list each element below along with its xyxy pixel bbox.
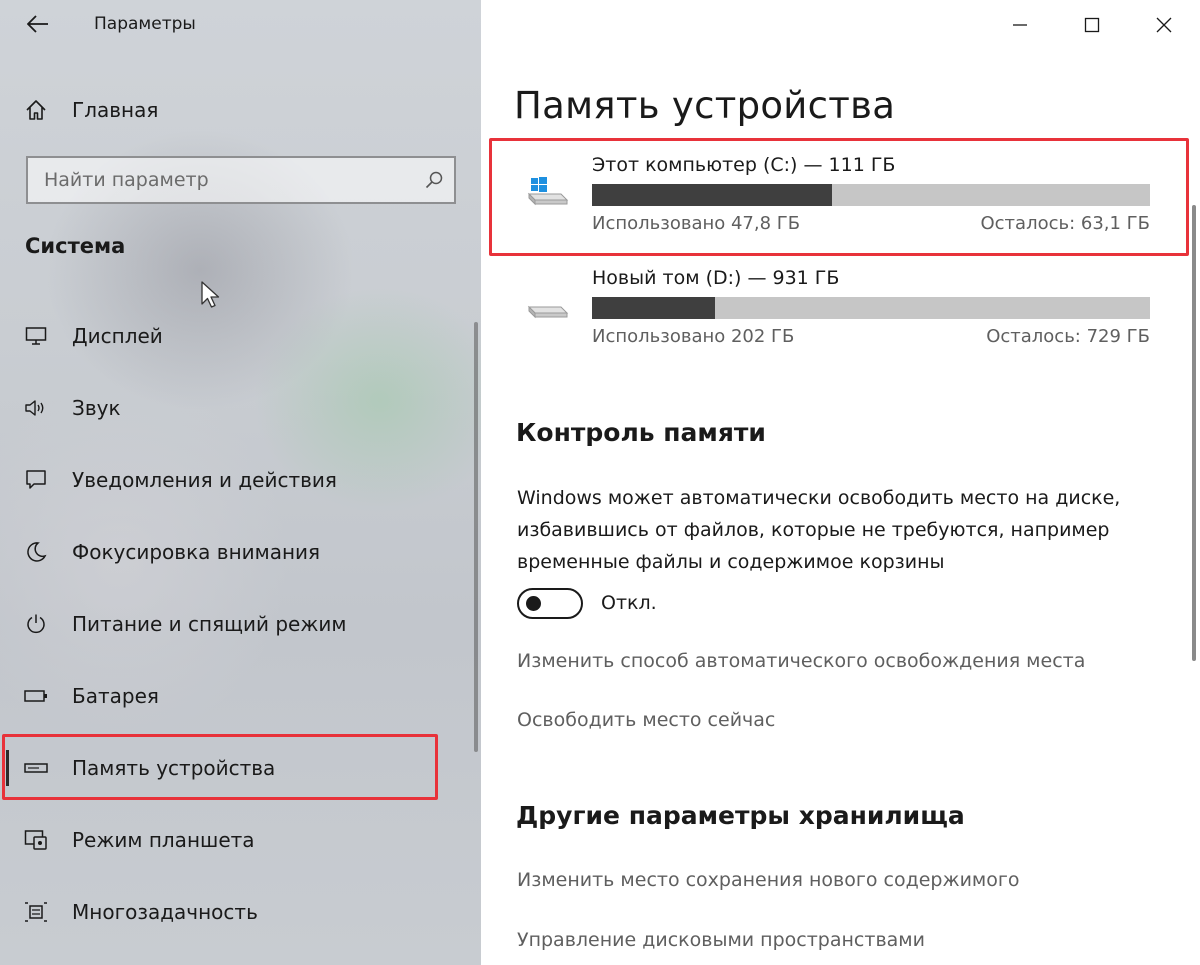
drive-used-text: Использовано 202 ГБ [592, 326, 795, 347]
storage-sense-toggle-row: Откл. [517, 586, 657, 620]
close-button[interactable] [1128, 0, 1200, 50]
section-title: Система [25, 234, 126, 258]
sidebar-item-tablet-mode[interactable]: Режим планшета [0, 810, 481, 870]
sidebar-item-power[interactable]: Питание и спящий режим [0, 594, 481, 654]
toggle-knob [526, 595, 541, 611]
drive-c[interactable]: Этот компьютер (C:) — 111 ГБ Использован… [511, 150, 1161, 250]
drive-name: Этот компьютер (C:) — 111 ГБ [592, 154, 896, 176]
battery-icon [24, 684, 48, 708]
back-arrow-icon [27, 15, 48, 33]
storage-icon [24, 756, 48, 780]
drive-icon [525, 285, 569, 325]
sidebar-item-sound[interactable]: Звук [0, 378, 481, 438]
minimize-button[interactable] [984, 0, 1056, 50]
sidebar-item-home[interactable]: Главная [0, 88, 481, 132]
title-bar: Параметры [0, 0, 481, 50]
notification-icon [24, 468, 48, 492]
search-box[interactable] [26, 156, 456, 204]
tablet-mode-icon [24, 828, 48, 852]
toggle-state-label: Откл. [601, 592, 657, 614]
multitasking-icon [24, 900, 48, 924]
sidebar-item-notifications[interactable]: Уведомления и действия [0, 450, 481, 510]
storage-sense-toggle[interactable] [517, 587, 583, 619]
drive-usage-bar [592, 184, 1150, 206]
sidebar-item-storage[interactable]: Память устройства [0, 738, 481, 798]
drive-usage-fill [592, 184, 832, 206]
free-space-now-link[interactable]: Освободить место сейчас [517, 709, 775, 731]
search-icon[interactable] [414, 158, 454, 202]
close-icon [1156, 17, 1172, 33]
sidebar-item-label: Главная [72, 98, 159, 122]
sidebar-item-label: Многозадачность [72, 900, 258, 924]
sidebar-item-label: Батарея [72, 684, 159, 708]
sidebar-item-label: Режим планшета [72, 828, 255, 852]
sidebar: Параметры Главная Система Диспл [0, 0, 481, 965]
change-auto-free-link[interactable]: Изменить способ автоматического освобожд… [517, 650, 1085, 672]
drive-usage-fill [592, 297, 715, 319]
window-controls [984, 0, 1200, 50]
display-icon [24, 324, 48, 348]
page-title: Память устройства [514, 84, 896, 127]
sidebar-item-label: Звук [72, 396, 121, 420]
power-icon [24, 612, 48, 636]
maximize-icon [1084, 17, 1100, 33]
sidebar-item-label: Уведомления и действия [72, 468, 337, 492]
maximize-button[interactable] [1056, 0, 1128, 50]
change-save-location-link[interactable]: Изменить место сохранения нового содержи… [517, 869, 1020, 891]
windows-drive-icon [525, 172, 569, 212]
speaker-icon [24, 396, 48, 420]
sidebar-item-display[interactable]: Дисплей [0, 306, 481, 366]
storage-sense-description: Windows может автоматически освободить м… [517, 487, 1121, 573]
moon-icon [24, 540, 48, 564]
sidebar-item-multitasking[interactable]: Многозадачность [0, 882, 481, 942]
manage-storage-spaces-link[interactable]: Управление дисковыми пространствами [517, 929, 925, 951]
sidebar-item-label: Фокусировка внимания [72, 540, 321, 564]
drive-usage-bar [592, 297, 1150, 319]
app-title: Параметры [94, 14, 196, 34]
sidebar-item-label: Питание и спящий режим [72, 612, 347, 636]
other-storage-title: Другие параметры хранилища [516, 801, 965, 830]
back-button[interactable] [18, 6, 58, 42]
sidebar-scrollbar[interactable] [474, 322, 478, 752]
sidebar-item-battery[interactable]: Батарея [0, 666, 481, 726]
drive-free-text: Осталось: 63,1 ГБ [980, 213, 1150, 234]
home-icon [24, 98, 48, 122]
drive-free-text: Осталось: 729 ГБ [986, 326, 1150, 347]
sidebar-item-focus-assist[interactable]: Фокусировка внимания [0, 522, 481, 582]
drive-used-text: Использовано 47,8 ГБ [592, 213, 801, 234]
sidebar-item-label: Память устройства [72, 756, 276, 780]
main-content: Память устройства Этот компьютер (C:) — … [481, 0, 1200, 965]
drive-name: Новый том (D:) — 931 ГБ [592, 267, 840, 289]
main-scrollbar[interactable] [1192, 205, 1196, 661]
storage-sense-title: Контроль памяти [516, 418, 766, 447]
minimize-icon [1013, 24, 1027, 26]
search-input[interactable] [28, 158, 414, 202]
drive-d[interactable]: Новый том (D:) — 931 ГБ Использовано 202… [511, 263, 1161, 363]
sidebar-item-label: Дисплей [72, 324, 163, 348]
